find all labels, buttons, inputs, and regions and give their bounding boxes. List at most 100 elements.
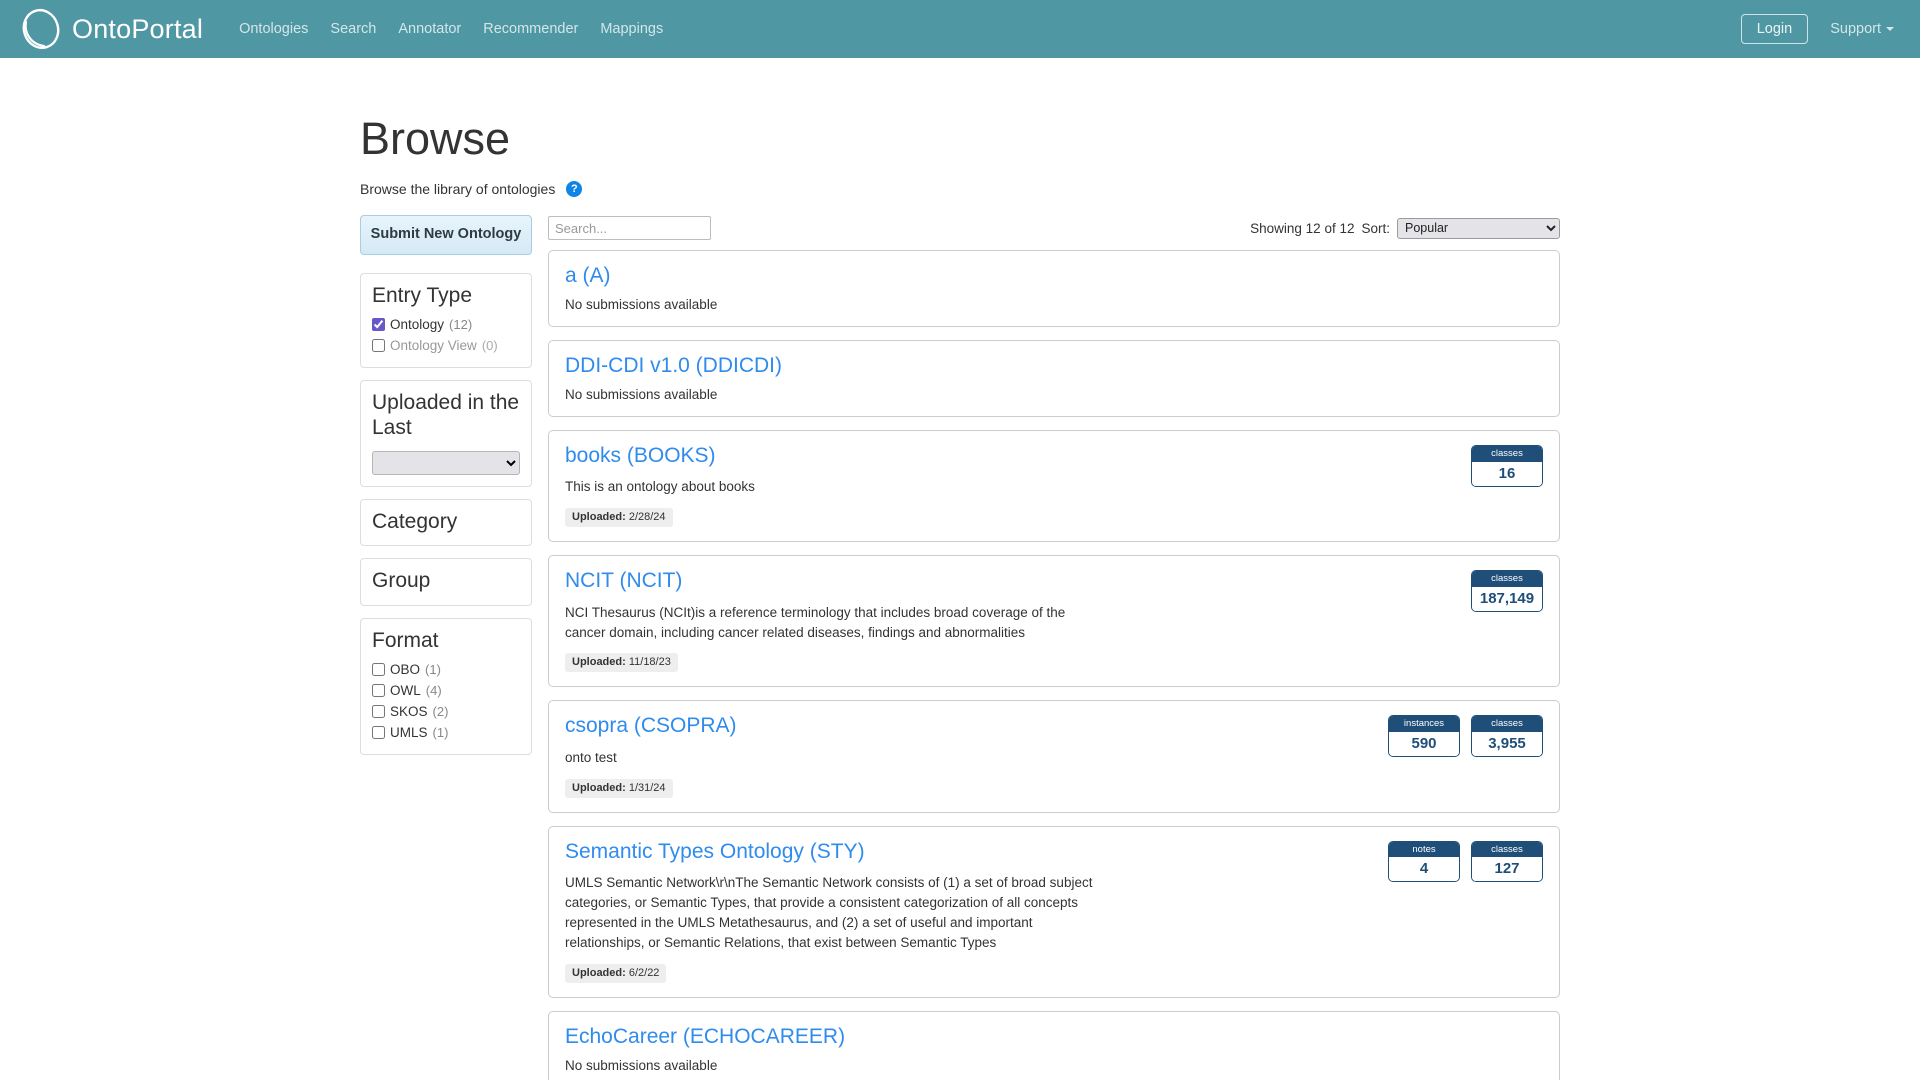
facet-category[interactable]: Category xyxy=(360,499,532,547)
ontology-card[interactable]: NCIT (NCIT) NCI Thesaurus (NCIt)is a ref… xyxy=(548,555,1560,688)
metric-classes[interactable]: classes 3,955 xyxy=(1471,715,1543,757)
ontoportal-logo-icon xyxy=(18,8,64,50)
ontology-card[interactable]: books (BOOKS) This is an ontology about … xyxy=(548,430,1560,543)
facet-option-count: (0) xyxy=(481,337,498,353)
ontology-description: onto test xyxy=(565,749,617,765)
facet-title: Entry Type xyxy=(372,283,472,307)
facet-option-ontology[interactable]: Ontology (12) xyxy=(372,314,520,335)
uploaded-date: 2/28/24 xyxy=(628,511,666,524)
ontology-card-body: csopra (CSOPRA) onto test Uploaded: 1/31… xyxy=(565,714,1374,798)
facet-option-count: (4) xyxy=(425,682,442,698)
facet-option-owl[interactable]: OWL (4) xyxy=(372,680,520,701)
brand-text: OntoPortal xyxy=(72,13,204,44)
ontology-card-body: a (A) No submissions available xyxy=(565,264,1543,312)
sort-label: Sort: xyxy=(1361,220,1390,236)
ontology-title-link[interactable]: Semantic Types Ontology (STY) xyxy=(565,840,865,864)
uploaded-label: Uploaded: xyxy=(572,966,626,979)
facet-option-umls[interactable]: UMLS (1) xyxy=(372,722,520,743)
navbar-right-group: Login Support xyxy=(1740,13,1894,45)
ontology-title-link[interactable]: DDI-CDI v1.0 (DDICDI) xyxy=(565,354,782,378)
ontology-metrics: classes 187,149 xyxy=(1471,570,1543,612)
metric-label: notes xyxy=(1389,841,1459,858)
nav-item-recommender[interactable]: Recommender xyxy=(483,22,578,37)
metric-classes[interactable]: classes 16 xyxy=(1471,445,1543,487)
facet-option-obo[interactable]: OBO (1) xyxy=(372,659,520,680)
ontology-description: UMLS Semantic Network\r\nThe Semantic Ne… xyxy=(565,874,1093,950)
search-input[interactable] xyxy=(548,216,711,240)
page-container: Browse Browse the library of ontologies … xyxy=(360,58,1560,1080)
facet-title: Uploaded in the Last xyxy=(372,390,520,439)
facet-option-label: UMLS xyxy=(390,724,428,740)
facet-entry-type: Entry Type Ontology (12) Ontology View (… xyxy=(360,272,532,368)
metric-value: 3,955 xyxy=(1472,731,1542,756)
nav-item-annotator[interactable]: Annotator xyxy=(398,22,461,37)
facet-option-count: (12) xyxy=(449,316,473,332)
ontology-title-link[interactable]: NCIT (NCIT) xyxy=(565,569,682,593)
uploaded-label: Uploaded: xyxy=(572,511,626,524)
metric-label: classes xyxy=(1472,841,1542,858)
ontology-title-link[interactable]: a (A) xyxy=(565,264,611,288)
metric-value: 16 xyxy=(1472,461,1542,486)
metric-classes[interactable]: classes 127 xyxy=(1471,840,1543,883)
login-button[interactable]: Login xyxy=(1740,13,1809,45)
facet-checkbox-umls[interactable] xyxy=(372,725,385,739)
facet-option-count: (2) xyxy=(432,703,449,719)
ontology-card-body: books (BOOKS) This is an ontology about … xyxy=(565,444,1457,528)
showing-count: Showing 12 of 12 xyxy=(1250,220,1355,236)
facet-checkbox-obo[interactable] xyxy=(372,662,385,676)
nav-item-mappings[interactable]: Mappings xyxy=(600,22,663,37)
nav-item-search[interactable]: Search xyxy=(330,22,376,37)
facet-checkbox-skos[interactable] xyxy=(372,704,385,718)
toolbar-right-group: Showing 12 of 12 Sort: Popular xyxy=(1250,217,1560,239)
ontology-metrics: instances 590 classes 3,955 xyxy=(1388,715,1543,757)
ontology-card[interactable]: EchoCareer (ECHOCAREER) No submissions a… xyxy=(548,1010,1560,1080)
metric-classes[interactable]: classes 187,149 xyxy=(1471,570,1543,612)
ontology-metrics: classes 16 xyxy=(1471,445,1543,487)
ontology-card[interactable]: Semantic Types Ontology (STY) UMLS Seman… xyxy=(548,825,1560,998)
facet-title: Format xyxy=(372,628,439,652)
facet-checkbox-owl[interactable] xyxy=(372,683,385,697)
chevron-down-icon xyxy=(1886,27,1894,31)
ontology-card[interactable]: csopra (CSOPRA) onto test Uploaded: 1/31… xyxy=(548,700,1560,813)
facet-title: Group xyxy=(372,569,431,593)
nav-item-ontologies[interactable]: Ontologies xyxy=(239,22,308,37)
ontology-title-link[interactable]: csopra (CSOPRA) xyxy=(565,714,737,738)
ontology-no-submissions: No submissions available xyxy=(565,1057,718,1073)
uploaded-badge: Uploaded: 1/31/24 xyxy=(565,778,673,798)
metric-instances[interactable]: instances 590 xyxy=(1388,715,1460,757)
metric-value: 187,149 xyxy=(1472,586,1542,611)
support-dropdown[interactable]: Support xyxy=(1830,21,1894,37)
uploaded-in-last-select[interactable] xyxy=(372,451,520,476)
ontology-card[interactable]: DDI-CDI v1.0 (DDICDI) No submissions ava… xyxy=(548,340,1560,418)
help-icon[interactable]: ? xyxy=(566,181,583,197)
ontology-description: This is an ontology about books xyxy=(565,479,755,495)
facet-option-skos[interactable]: SKOS (2) xyxy=(372,701,520,722)
uploaded-date: 11/18/23 xyxy=(628,656,671,669)
facet-option-ontology-view[interactable]: Ontology View (0) xyxy=(372,335,520,356)
brand-home-link[interactable]: OntoPortal xyxy=(18,8,203,50)
facet-option-label: SKOS xyxy=(390,703,428,719)
results-toolbar: Showing 12 of 12 Sort: Popular xyxy=(548,215,1560,241)
facet-title: Category xyxy=(372,510,458,534)
facet-uploaded-in-the-last: Uploaded in the Last xyxy=(360,379,532,488)
sort-select[interactable]: Popular xyxy=(1397,217,1560,239)
submit-new-ontology-button[interactable]: Submit New Ontology xyxy=(360,215,532,255)
browse-content: Submit New Ontology Entry Type Ontology … xyxy=(360,215,1560,1080)
facet-option-count: (1) xyxy=(425,661,441,677)
ontology-card[interactable]: a (A) No submissions available xyxy=(548,250,1560,328)
metric-notes[interactable]: notes 4 xyxy=(1388,840,1460,883)
ontology-card-body: Semantic Types Ontology (STY) UMLS Seman… xyxy=(565,840,1374,983)
uploaded-date: 6/2/22 xyxy=(628,966,660,979)
facet-checkbox-ontology[interactable] xyxy=(372,317,385,331)
ontology-card-body: EchoCareer (ECHOCAREER) No submissions a… xyxy=(565,1025,1543,1073)
main-nav: Ontologies Search Annotator Recommender … xyxy=(239,22,663,37)
facet-checkbox-ontology-view[interactable] xyxy=(372,338,385,352)
ontology-title-link[interactable]: EchoCareer (ECHOCAREER) xyxy=(565,1025,845,1049)
facet-group[interactable]: Group xyxy=(360,558,532,606)
ontology-no-submissions: No submissions available xyxy=(565,297,718,313)
uploaded-badge: Uploaded: 11/18/23 xyxy=(565,653,678,673)
metric-label: classes xyxy=(1472,571,1542,587)
facet-option-label: OWL xyxy=(390,682,421,698)
support-label: Support xyxy=(1830,21,1881,37)
ontology-title-link[interactable]: books (BOOKS) xyxy=(565,444,716,468)
